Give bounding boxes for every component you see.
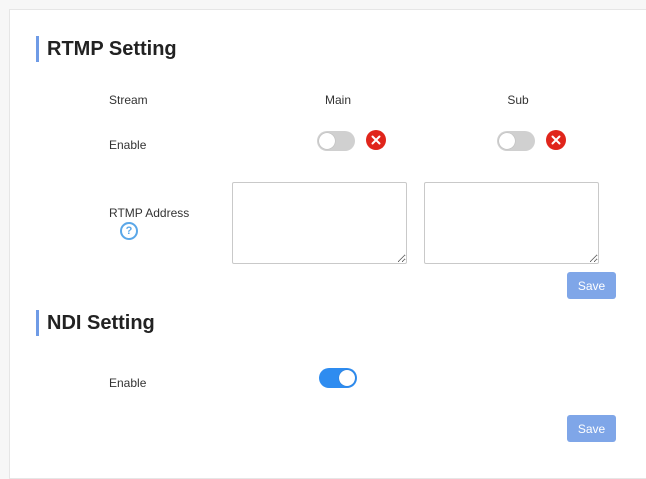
rtmp-address-label: RTMP Address xyxy=(109,206,190,220)
ndi-section-title: NDI Setting xyxy=(36,310,155,336)
question-circle-icon[interactable]: ? xyxy=(120,222,138,240)
rtmp-title-text: RTMP Setting xyxy=(47,37,177,60)
close-circle-icon xyxy=(546,130,566,150)
rtmp-section-title: RTMP Setting xyxy=(36,36,177,62)
rtmp-main-address-input[interactable] xyxy=(232,182,407,264)
switch-knob xyxy=(499,133,515,149)
section-accent-bar xyxy=(36,36,39,62)
switch-knob xyxy=(319,133,335,149)
rtmp-enable-label: Enable xyxy=(109,138,147,152)
ndi-save-button[interactable]: Save xyxy=(567,415,616,442)
x-mark-glyph xyxy=(371,135,381,145)
x-mark-glyph xyxy=(551,135,561,145)
ndi-enable-switch[interactable] xyxy=(319,368,357,388)
section-accent-bar xyxy=(36,310,39,336)
main-column-header: Main xyxy=(324,93,351,107)
close-circle-icon xyxy=(366,130,386,150)
rtmp-sub-enable-switch[interactable] xyxy=(497,131,535,151)
switch-knob xyxy=(339,370,355,386)
sub-column-header: Sub xyxy=(507,93,529,107)
ndi-enable-label: Enable xyxy=(109,376,147,390)
rtmp-sub-address-input[interactable] xyxy=(424,182,599,264)
rtmp-main-enable-switch[interactable] xyxy=(317,131,355,151)
ndi-title-text: NDI Setting xyxy=(47,311,155,334)
stream-label: Stream xyxy=(109,93,148,107)
rtmp-save-button[interactable]: Save xyxy=(567,272,616,299)
